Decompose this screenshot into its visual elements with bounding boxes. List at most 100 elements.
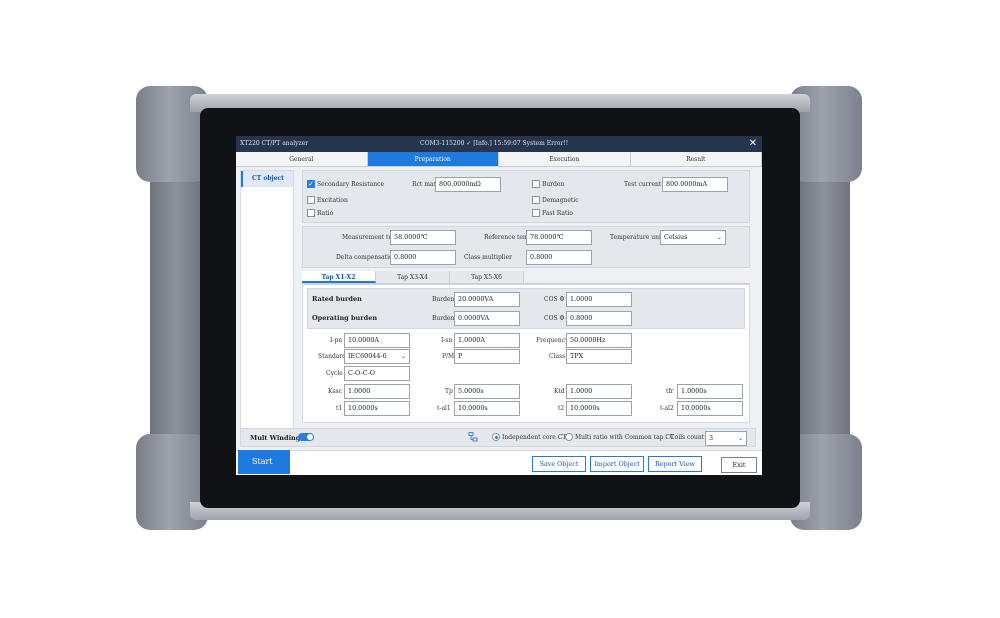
rated-burden-va-label: Burden (432, 296, 455, 303)
fast-ratio-label: Fast Ratio (542, 210, 573, 217)
mult-windings-toggle[interactable] (298, 433, 314, 441)
tfr-label: tfr (666, 388, 674, 395)
kssc-field[interactable]: 1.0000 (344, 384, 410, 399)
coils-count-select[interactable]: 3 ⌄ (705, 431, 747, 446)
test-current-label: Test current (624, 181, 662, 188)
main-tabs: General Preparation Execution Result (236, 152, 762, 167)
operating-cos-label: COS Φ (544, 315, 565, 322)
exit-button[interactable]: Exit (721, 457, 757, 473)
operating-burden-label: Operating burden (312, 314, 378, 322)
kssc-label: Kssc (328, 388, 343, 395)
network-icon[interactable] (468, 432, 478, 442)
cycle-field[interactable]: C-O-C-O (344, 366, 410, 381)
frequency-field[interactable]: 50.0000Hz (566, 333, 632, 348)
tab-result[interactable]: Result (630, 152, 762, 167)
rated-burden-field[interactable]: 20.0000VA (454, 292, 520, 307)
start-button[interactable]: Start (238, 450, 290, 474)
tab-tap-x5-x6[interactable]: Tap X5-X6 (450, 271, 524, 283)
delta-compensation-field[interactable]: 0.8000 (390, 250, 456, 265)
excitation-checkbox[interactable] (307, 196, 315, 204)
pm-field[interactable]: P (454, 349, 520, 364)
burden-label: Burden (542, 181, 565, 188)
t1-label: t1 (336, 405, 343, 412)
frequency-label: Frequency (536, 337, 569, 344)
secondary-resistance-checkbox[interactable]: ✓ (307, 180, 315, 188)
device-side-left (150, 170, 202, 446)
class-field[interactable]: TPX (566, 349, 632, 364)
title-bar: XT220 CT/PT analyzer COM3-115200 ✓ [Info… (236, 136, 762, 152)
app-title: XT220 CT/PT analyzer (240, 140, 309, 147)
ipn-field[interactable]: 10.0000A (344, 333, 410, 348)
tal1-label: t-al1 (437, 405, 451, 412)
operating-burden-va-label: Burden (432, 315, 455, 322)
multi-ratio-radio[interactable] (565, 433, 573, 441)
delta-compensation-label: Delta compensation (336, 254, 397, 261)
import-object-button[interactable]: Import Object (590, 456, 644, 472)
tab-execution[interactable]: Execution (499, 152, 631, 167)
rated-cos-label: COS Φ (544, 296, 565, 303)
operating-burden-field[interactable]: 0.0000VA (454, 311, 520, 326)
rated-cos-field[interactable]: 1.0000 (566, 292, 632, 307)
excitation-label: Excitation (317, 197, 348, 204)
coils-count-value: 3 (709, 434, 714, 442)
tab-preparation[interactable]: Preparation (367, 152, 499, 167)
app-window: XT220 CT/PT analyzer COM3-115200 ✓ [Info… (236, 136, 762, 475)
chevron-down-icon: ⌄ (737, 435, 743, 442)
demagnetic-checkbox[interactable] (532, 196, 540, 204)
mult-windings-label: Mult Windings (250, 434, 304, 442)
independent-core-label: Independent core CT (502, 434, 567, 441)
sidebar-item-ct-object[interactable]: CT object (241, 171, 293, 187)
multi-ratio-label: Multi ratio with Common tap CT (575, 434, 674, 441)
operating-cos-field[interactable]: 0.8000 (566, 311, 632, 326)
coils-count-label: Coils count (670, 434, 705, 441)
isn-field[interactable]: 1.0000A (454, 333, 520, 348)
rated-burden-label: Rated burden (312, 295, 362, 303)
standard-value: IEC60044-6 (348, 352, 387, 360)
tal2-field[interactable]: 10.0000s (677, 401, 743, 416)
tab-general[interactable]: General (236, 152, 368, 167)
t2-field[interactable]: 10.0000s (566, 401, 632, 416)
ratio-checkbox[interactable] (307, 209, 315, 217)
close-icon[interactable]: ✕ (749, 138, 757, 149)
demagnetic-label: Demagnetic (542, 197, 579, 204)
ktd-label: Ktd (554, 388, 565, 395)
reference-temp-field[interactable]: 78.0000℃ (526, 230, 592, 245)
burden-panel (307, 288, 745, 329)
sidebar: CT object (240, 170, 294, 430)
status-message: COM3-115200 ✓ [Info.] 15:59:07 System Er… (420, 140, 569, 147)
chevron-down-icon: ⌄ (400, 353, 406, 360)
tab-tap-x3-x4[interactable]: Tap X3-X4 (376, 271, 450, 283)
class-multiplier-field[interactable]: 0.8000 (526, 250, 592, 265)
measurement-temp-field[interactable]: 58.0000℃ (390, 230, 456, 245)
class-multiplier-label: Class multiplier (464, 254, 513, 261)
standard-label: Standard (318, 353, 347, 360)
temperature-unit-select[interactable]: Celsius ⌄ (660, 230, 726, 245)
tal2-label: t-al2 (660, 405, 674, 412)
tap-tabs: Tap X1-X2 Tap X3-X4 Tap X5-X6 (302, 271, 750, 284)
ratio-label: Ratio (317, 210, 334, 217)
device-side-right (798, 170, 850, 446)
secondary-resistance-label: Secondary Resistance (317, 181, 384, 188)
save-object-button[interactable]: Save Object (532, 456, 586, 472)
t1-field[interactable]: 10.0000s (344, 401, 410, 416)
class-label: Class (549, 353, 566, 360)
tal1-field[interactable]: 10.0000s (454, 401, 520, 416)
isn-label: I-sn (441, 337, 453, 344)
standard-select[interactable]: IEC60044-6 ⌄ (344, 349, 410, 364)
independent-core-radio[interactable] (492, 433, 500, 441)
cycle-label: Cycle (326, 370, 343, 377)
chevron-down-icon: ⌄ (716, 234, 722, 241)
tfr-field[interactable]: 1.0000s (677, 384, 743, 399)
test-current-field[interactable]: 800.0000mA (662, 177, 728, 192)
tab-tap-x1-x2[interactable]: Tap X1-X2 (302, 271, 376, 283)
rct-max-field[interactable]: 800.0000mΩ (435, 177, 501, 192)
tp-label: Tp (445, 388, 453, 395)
tp-field[interactable]: 5.0000s (454, 384, 520, 399)
fast-ratio-checkbox[interactable] (532, 209, 540, 217)
report-view-button[interactable]: Report View (648, 456, 702, 472)
ktd-field[interactable]: 1.0000 (566, 384, 632, 399)
t2-label: t2 (558, 405, 565, 412)
pm-label: P/M (442, 353, 455, 360)
burden-checkbox[interactable] (532, 180, 540, 188)
temperature-unit-label: Temperature unit (610, 234, 664, 241)
